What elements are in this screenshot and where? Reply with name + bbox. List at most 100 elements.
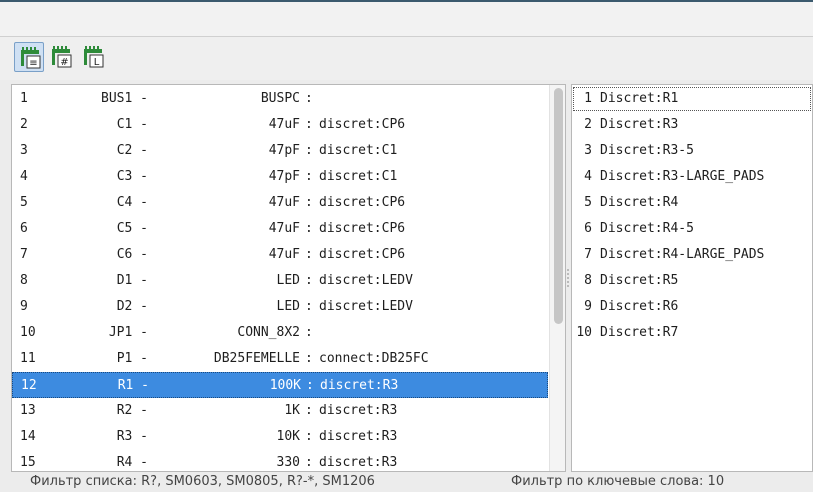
filter-by-pin-list-button[interactable]: ≡ bbox=[14, 42, 44, 72]
component-row[interactable]: 1 BUS1 - BUSPC: bbox=[12, 86, 548, 112]
status-bar: Фильтр списка: R?, SM0603, SM0805, R?-*,… bbox=[0, 472, 813, 492]
component-reference: C5 - bbox=[116, 221, 148, 236]
component-row[interactable]: 14 R3 - 10K: discret:R3 bbox=[12, 424, 548, 450]
filter-by-pin-list-icon: ≡ bbox=[21, 47, 41, 69]
window-title-bar bbox=[0, 0, 813, 37]
component-reference: P1 - bbox=[116, 351, 148, 366]
assigned-footprint: discret:R3 bbox=[319, 403, 398, 418]
row-number: 8 bbox=[20, 273, 28, 288]
footprint-row[interactable]: 2 Discret:R3 bbox=[572, 112, 812, 138]
row-number: 6 bbox=[20, 221, 28, 236]
splitter-grip[interactable] bbox=[567, 269, 569, 289]
footprint-row[interactable]: 6 Discret:R4-5 bbox=[572, 216, 812, 242]
row-number: 13 bbox=[20, 403, 36, 418]
footprint-row[interactable]: 5 Discret:R4 bbox=[572, 190, 812, 216]
component-row[interactable]: 8 D1 - LED: discret:LEDV bbox=[12, 268, 548, 294]
component-row[interactable]: 4 C3 - 47pF: discret:C1 bbox=[12, 164, 548, 190]
separator: : bbox=[306, 378, 314, 393]
component-row[interactable]: 2 C1 - 47uF: discret:CP6 bbox=[12, 112, 548, 138]
component-value: 330 bbox=[276, 455, 300, 470]
filter-by-pin-count-button[interactable]: # bbox=[46, 42, 76, 72]
component-list-scrollbar[interactable] bbox=[549, 85, 565, 471]
footprint-name: Discret:R4-5 bbox=[600, 221, 694, 236]
component-reference: R3 - bbox=[116, 429, 148, 444]
row-number: 7 bbox=[20, 247, 28, 262]
footprint-row[interactable]: 7 Discret:R4-LARGE_PADS bbox=[572, 242, 812, 268]
component-row[interactable]: 10 JP1 - CONN_8X2: bbox=[12, 320, 548, 346]
component-row[interactable]: 15 R4 - 330: discret:R3 bbox=[12, 450, 548, 471]
footprint-row[interactable]: 8 Discret:R5 bbox=[572, 268, 812, 294]
assigned-footprint: discret:LEDV bbox=[319, 273, 413, 288]
component-value: 1K bbox=[284, 403, 300, 418]
filter-by-library-icon: L bbox=[84, 46, 104, 68]
assigned-footprint: discret:R3 bbox=[320, 378, 399, 393]
row-number: 9 bbox=[20, 299, 28, 314]
assigned-footprint: discret:C1 bbox=[319, 169, 398, 184]
footprint-number: 3 bbox=[584, 143, 592, 158]
component-value: 47uF bbox=[268, 247, 300, 262]
assigned-footprint: discret:CP6 bbox=[319, 221, 406, 236]
row-number: 4 bbox=[20, 169, 28, 184]
component-row[interactable]: 7 C6 - 47uF: discret:CP6 bbox=[12, 242, 548, 268]
separator: : bbox=[305, 117, 313, 132]
footprint-row[interactable]: 1 Discret:R1 bbox=[572, 86, 812, 112]
component-reference: C1 - bbox=[116, 117, 148, 132]
footprint-row[interactable]: 3 Discret:R3-5 bbox=[572, 138, 812, 164]
footprint-row[interactable]: 10 Discret:R7 bbox=[572, 320, 812, 346]
svg-text:#: # bbox=[60, 57, 68, 68]
separator: : bbox=[305, 247, 313, 262]
component-value: DB25FEMELLE bbox=[213, 351, 300, 366]
component-reference: R1 - bbox=[117, 378, 149, 393]
component-reference: BUS1 - bbox=[101, 91, 148, 106]
component-row[interactable]: 5 C4 - 47uF: discret:CP6 bbox=[12, 190, 548, 216]
footprint-name: Discret:R6 bbox=[600, 299, 679, 314]
component-list[interactable]: 1 BUS1 - BUSPC: 2 C1 - 47uF: discret:CP6 3 C2 - 4… bbox=[11, 84, 566, 472]
component-reference: D2 - bbox=[116, 299, 148, 314]
row-number: 12 bbox=[21, 378, 37, 393]
separator: : bbox=[305, 403, 313, 418]
footprint-name: Discret:R7 bbox=[600, 325, 679, 340]
separator: : bbox=[305, 221, 313, 236]
assigned-footprint: discret:R3 bbox=[319, 455, 398, 470]
component-row[interactable]: 12 R1 - 100K: discret:R3 bbox=[12, 372, 548, 398]
row-number: 15 bbox=[20, 455, 36, 470]
separator: : bbox=[305, 455, 313, 470]
footprint-name: Discret:R1 bbox=[600, 91, 679, 106]
row-number: 10 bbox=[20, 325, 36, 340]
row-number: 14 bbox=[20, 429, 36, 444]
footprint-number: 4 bbox=[584, 169, 592, 184]
component-row[interactable]: 6 C5 - 47uF: discret:CP6 bbox=[12, 216, 548, 242]
footprint-number: 2 bbox=[584, 117, 592, 132]
assigned-footprint: discret:LEDV bbox=[319, 299, 413, 314]
component-value: 100K bbox=[269, 378, 301, 393]
separator: : bbox=[305, 273, 313, 288]
filter-by-library-button[interactable]: L bbox=[78, 42, 108, 72]
svg-text:≡: ≡ bbox=[29, 58, 37, 69]
footprint-number: 8 bbox=[584, 273, 592, 288]
separator: : bbox=[305, 299, 313, 314]
component-value: CONN_8X2 bbox=[237, 325, 300, 340]
scrollbar-thumb[interactable] bbox=[554, 88, 563, 324]
filter-by-pin-count-icon: # bbox=[52, 46, 72, 68]
row-number: 5 bbox=[20, 195, 28, 210]
footprint-number: 5 bbox=[584, 195, 592, 210]
assigned-footprint: discret:CP6 bbox=[319, 117, 406, 132]
footprint-row[interactable]: 9 Discret:R6 bbox=[572, 294, 812, 320]
footprint-row[interactable]: 4 Discret:R3-LARGE_PADS bbox=[572, 164, 812, 190]
component-value: 10K bbox=[276, 429, 300, 444]
component-row[interactable]: 11 P1 - DB25FEMELLE: connect:DB25FC bbox=[12, 346, 548, 372]
footprint-name: Discret:R3-5 bbox=[600, 143, 694, 158]
footprint-number: 7 bbox=[584, 247, 592, 262]
separator: : bbox=[305, 91, 313, 106]
footprint-list[interactable]: 1 Discret:R1 2 Discret:R3 3 Discret:R3-5 4 Disc… bbox=[571, 84, 813, 472]
component-value: BUSPC bbox=[260, 91, 300, 106]
row-number: 3 bbox=[20, 143, 28, 158]
component-row[interactable]: 9 D2 - LED: discret:LEDV bbox=[12, 294, 548, 320]
component-row[interactable]: 13 R2 - 1K: discret:R3 bbox=[12, 398, 548, 424]
footprint-name: Discret:R4-LARGE_PADS bbox=[600, 247, 765, 262]
component-reference: C2 - bbox=[116, 143, 148, 158]
svg-text:L: L bbox=[94, 57, 100, 68]
component-row[interactable]: 3 C2 - 47pF: discret:C1 bbox=[12, 138, 548, 164]
separator: : bbox=[305, 169, 313, 184]
component-value: LED bbox=[276, 273, 300, 288]
